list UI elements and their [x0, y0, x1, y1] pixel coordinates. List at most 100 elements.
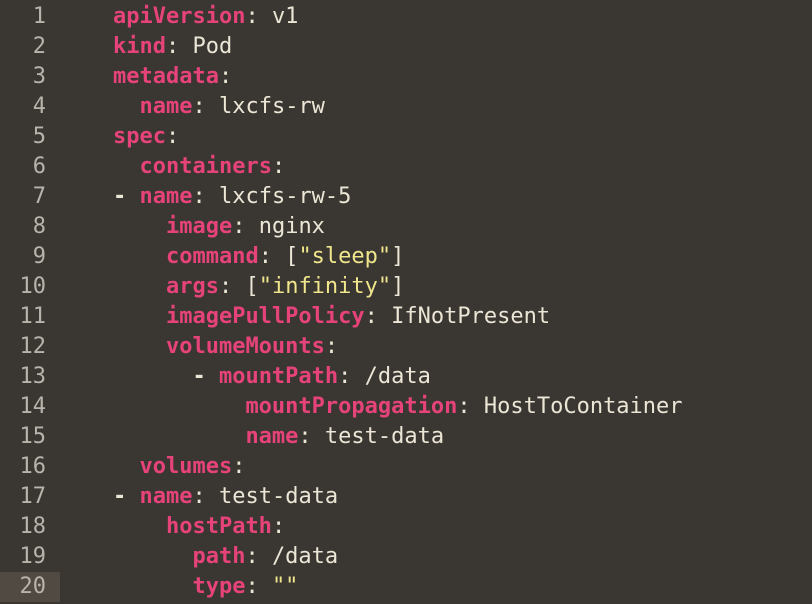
gutter-line-number: 16: [0, 452, 60, 482]
yaml-key: volumes: [139, 454, 232, 479]
code-content: - name: lxcfs-rw-5: [60, 182, 812, 212]
code-line[interactable]: 1 apiVersion: v1: [0, 2, 812, 32]
gutter-line-number: 20: [0, 572, 60, 602]
gutter-line-number: 11: [0, 302, 60, 332]
code-content: spec:: [60, 122, 812, 152]
colon: :: [166, 124, 179, 149]
yaml-value: test-data: [325, 424, 444, 449]
colon: :: [219, 274, 232, 299]
code-line[interactable]: 12 volumeMounts:: [0, 332, 812, 362]
colon: :: [192, 484, 205, 509]
code-line[interactable]: 5 spec:: [0, 122, 812, 152]
code-line[interactable]: 13 - mountPath: /data: [0, 362, 812, 392]
yaml-key: spec: [113, 124, 166, 149]
code-content: imagePullPolicy: IfNotPresent: [60, 302, 812, 332]
colon: :: [232, 454, 245, 479]
code-content: type: "": [60, 572, 812, 602]
yaml-value: Pod: [192, 34, 232, 59]
gutter-line-number: 19: [0, 542, 60, 572]
yaml-value: test-data: [219, 484, 338, 509]
gutter-line-number: 4: [0, 92, 60, 122]
yaml-value: IfNotPresent: [391, 304, 550, 329]
code-content: - mountPath: /data: [60, 362, 812, 392]
colon: :: [272, 514, 285, 539]
code-line[interactable]: 3 metadata:: [0, 62, 812, 92]
code-content: mountPropagation: HostToContainer: [60, 392, 812, 422]
colon: :: [365, 304, 378, 329]
yaml-key: apiVersion: [113, 4, 245, 29]
list-dash: -: [113, 184, 140, 209]
yaml-key: hostPath: [166, 514, 272, 539]
code-content: hostPath:: [60, 512, 812, 542]
code-line[interactable]: 15 name: test-data: [0, 422, 812, 452]
yaml-key: name: [139, 184, 192, 209]
gutter-line-number: 2: [0, 32, 60, 62]
code-content: args: ["infinity"]: [60, 272, 812, 302]
colon: :: [219, 64, 232, 89]
yaml-key: path: [192, 544, 245, 569]
code-line[interactable]: 6 containers:: [0, 152, 812, 182]
yaml-key: imagePullPolicy: [166, 304, 365, 329]
code-line[interactable]: 8 image: nginx: [0, 212, 812, 242]
colon: :: [245, 4, 258, 29]
yaml-key: name: [139, 94, 192, 119]
yaml-value: HostToContainer: [484, 394, 683, 419]
code-content: name: lxcfs-rw: [60, 92, 812, 122]
code-line[interactable]: 10 args: ["infinity"]: [0, 272, 812, 302]
code-content: volumeMounts:: [60, 332, 812, 362]
code-content: apiVersion: v1: [60, 2, 812, 32]
code-line[interactable]: 9 command: ["sleep"]: [0, 242, 812, 272]
yaml-key: type: [192, 574, 245, 599]
code-line[interactable]: 11 imagePullPolicy: IfNotPresent: [0, 302, 812, 332]
code-content: containers:: [60, 152, 812, 182]
colon: :: [166, 34, 179, 59]
gutter-line-number: 9: [0, 242, 60, 272]
gutter-line-number: 15: [0, 422, 60, 452]
yaml-value: v1: [272, 4, 299, 29]
code-content: metadata:: [60, 62, 812, 92]
colon: :: [272, 154, 285, 179]
gutter-line-number: 17: [0, 482, 60, 512]
gutter-line-number: 7: [0, 182, 60, 212]
code-line[interactable]: 17 - name: test-data: [0, 482, 812, 512]
yaml-value: lxcfs-rw-5: [219, 184, 351, 209]
code-line[interactable]: 19 path: /data: [0, 542, 812, 572]
yaml-key: mountPath: [219, 364, 338, 389]
code-content: command: ["sleep"]: [60, 242, 812, 272]
code-line[interactable]: 7 - name: lxcfs-rw-5: [0, 182, 812, 212]
gutter-line-number: 5: [0, 122, 60, 152]
gutter-line-number: 14: [0, 392, 60, 422]
code-content: name: test-data: [60, 422, 812, 452]
colon: :: [338, 364, 351, 389]
code-content: image: nginx: [60, 212, 812, 242]
colon: :: [298, 424, 311, 449]
code-content: volumes:: [60, 452, 812, 482]
code-line[interactable]: 20 type: "": [0, 572, 812, 602]
yaml-key: containers: [139, 154, 271, 179]
gutter-line-number: 10: [0, 272, 60, 302]
yaml-string: "sleep": [298, 244, 391, 269]
code-line[interactable]: 16 volumes:: [0, 452, 812, 482]
yaml-key: image: [166, 214, 232, 239]
list-dash: -: [113, 484, 140, 509]
yaml-key: command: [166, 244, 259, 269]
yaml-value: nginx: [259, 214, 325, 239]
code-line[interactable]: 14 mountPropagation: HostToContainer: [0, 392, 812, 422]
list-dash: -: [192, 364, 219, 389]
code-line[interactable]: 18 hostPath:: [0, 512, 812, 542]
code-editor[interactable]: 1 apiVersion: v12 kind: Pod3 metadata:4 …: [0, 2, 812, 602]
yaml-key: name: [245, 424, 298, 449]
yaml-key: volumeMounts: [166, 334, 325, 359]
gutter-line-number: 13: [0, 362, 60, 392]
gutter-line-number: 3: [0, 62, 60, 92]
code-line[interactable]: 4 name: lxcfs-rw: [0, 92, 812, 122]
code-line[interactable]: 2 kind: Pod: [0, 32, 812, 62]
code-content: path: /data: [60, 542, 812, 572]
gutter-line-number: 6: [0, 152, 60, 182]
colon: :: [192, 94, 205, 119]
gutter-line-number: 12: [0, 332, 60, 362]
yaml-key: metadata: [113, 64, 219, 89]
colon: :: [325, 334, 338, 359]
yaml-key: args: [166, 274, 219, 299]
colon: :: [192, 184, 205, 209]
